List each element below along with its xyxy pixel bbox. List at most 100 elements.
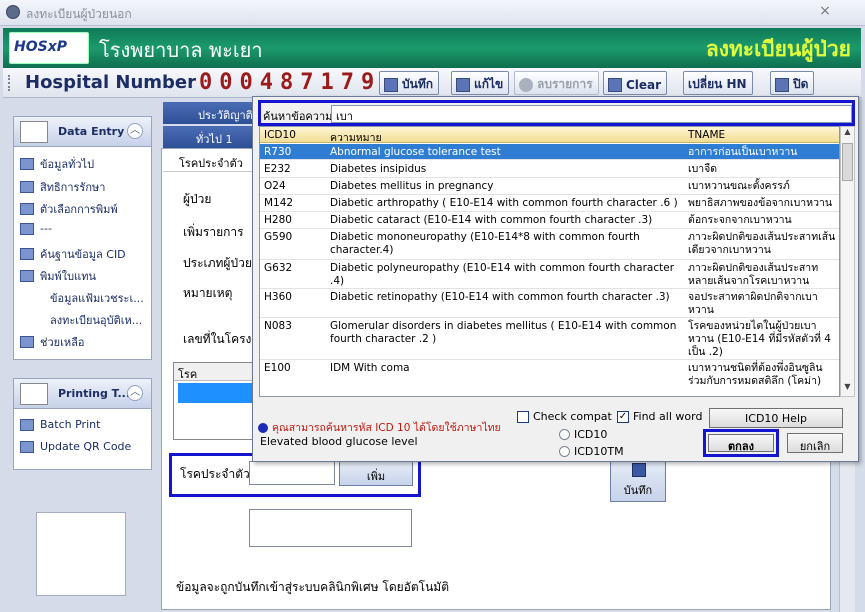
table-row[interactable]: H360 Diabetic retinopathy (E10-E14 with c… xyxy=(260,289,839,318)
info-dot-icon xyxy=(258,422,268,433)
sidebar-item-medical-file[interactable]: ข้อมูลแฟ้มเวชระเ... xyxy=(50,289,144,307)
cell-meaning: Diabetic cataract (E10-E14 with common f… xyxy=(330,214,653,226)
toolbar-grip[interactable] xyxy=(8,75,11,91)
tab-history[interactable]: ประวัติญาติ xyxy=(163,102,255,124)
save-button[interactable]: บันทึก xyxy=(379,71,439,95)
sidebar-item-print-options[interactable]: ตัวเลือกการพิมพ์ xyxy=(20,200,118,218)
change-hn-label: เปลี่ยน HN xyxy=(688,77,747,91)
change-hn-button[interactable]: เปลี่ยน HN xyxy=(683,71,753,95)
help-icon xyxy=(20,336,34,348)
icd10tm-radio[interactable]: ICD10TM xyxy=(559,445,624,458)
sidebar-item-update-qr[interactable]: Update QR Code xyxy=(20,440,131,453)
table-row[interactable]: O24 Diabetes mellitus in pregnancy เบาหวาน… xyxy=(260,178,839,195)
chevron-up-icon[interactable]: ︿ xyxy=(127,123,143,139)
cell-tname: ต้อกระจกจากเบาหวาน xyxy=(688,214,792,226)
chevron-up-icon[interactable]: ︿ xyxy=(127,385,143,401)
table-row[interactable]: R730 Abnormal glucose tolerance test อาการ… xyxy=(260,144,839,160)
cell-code: G632 xyxy=(264,262,293,274)
checkbox-box[interactable]: ✓ xyxy=(617,410,629,423)
cell-tname: ภาวะผิดปกติของเส้นประสาทเส้นเดียวจากเบาห… xyxy=(688,231,836,256)
window-close-button[interactable]: × xyxy=(815,3,835,21)
table-row[interactable]: G632 Diabetic polyneuropathy (E10-E14 wit… xyxy=(260,260,839,289)
tab-label: โรคประจำตัว xyxy=(179,157,243,170)
radio-circle[interactable] xyxy=(559,429,570,440)
sidebar-item-label: ข้อมูลทั่วไป xyxy=(40,158,95,171)
checkbox-box[interactable] xyxy=(517,410,529,423)
sidebar-item-label: สิทธิการรักษา xyxy=(40,181,106,194)
cell-code: E232 xyxy=(264,163,291,175)
cell-code: G590 xyxy=(264,231,293,243)
sidebar-item-print-replacement[interactable]: พิมพ์ใบแทน xyxy=(20,267,96,285)
radio-circle[interactable] xyxy=(559,446,570,457)
exit-icon xyxy=(775,77,789,92)
icd10-radio-label: ICD10 xyxy=(574,428,608,441)
tab-general[interactable]: ทั่วไป 1 xyxy=(163,126,255,148)
scroll-up-icon[interactable]: ▲ xyxy=(841,127,854,141)
patient-label: ผู้ป่วย xyxy=(183,192,212,206)
sidebar-item-label: ค้นฐานข้อมูล CID xyxy=(40,248,126,261)
table-row[interactable]: H280 Diabetic cataract (E10-E14 with comm… xyxy=(260,212,839,229)
find-all-word-checkbox[interactable]: ✓ Find all word xyxy=(617,410,702,423)
edit-button[interactable]: แก้ไข xyxy=(451,71,510,95)
table-row[interactable]: G590 Diabetic mononeuropathy (E10-E14*8 w… xyxy=(260,229,839,260)
check-compat-checkbox[interactable]: Check compat xyxy=(517,410,612,423)
window-titlebar: ลงทะเบียนผู้ป่วยนอก × xyxy=(0,0,865,26)
sidebar-item-label: Update QR Code xyxy=(40,440,132,453)
col-icd10[interactable]: ICD10 xyxy=(264,129,296,141)
form-save-button[interactable]: บันทึก xyxy=(610,456,666,502)
sidebar-item-label: พิมพ์ใบแทน xyxy=(40,270,96,283)
table-row[interactable]: N083 Glomerular disorders in diabetes mel… xyxy=(260,318,839,360)
table-row[interactable]: M142 Diabetic arthropathy ( E10-E14 with … xyxy=(260,195,839,212)
icd10-help-button[interactable]: ICD10 Help xyxy=(709,408,843,428)
congenital-input[interactable] xyxy=(249,461,335,485)
clear-button[interactable]: Clear xyxy=(603,71,668,95)
sidebar-item-general[interactable]: ข้อมูลทั่วไป xyxy=(20,155,94,173)
project-no-label: เลขที่ในโครงก xyxy=(183,332,259,346)
sidebar-item-batch-print[interactable]: Batch Print xyxy=(20,418,100,431)
icd10-radio[interactable]: ICD10 xyxy=(559,428,607,441)
cell-meaning: IDM With coma xyxy=(330,362,410,374)
form-save-label: บันทึก xyxy=(623,484,653,497)
scroll-down-icon[interactable]: ▼ xyxy=(841,382,854,396)
table-row[interactable]: E100 IDM With coma เบาหวานชนิดที่ต้องพึ่งอ… xyxy=(260,360,839,396)
hospital-name: โรงพยาบาล พะเยา xyxy=(99,38,263,62)
printer-icon xyxy=(20,383,48,405)
ok-button[interactable]: ตกลง xyxy=(708,434,774,453)
data-entry-header[interactable]: Data Entry ︿ xyxy=(14,117,151,147)
col-tname[interactable]: TNAME xyxy=(688,129,725,141)
cancel-button[interactable]: ยกเลิก xyxy=(787,433,843,453)
sidebar-item-rights[interactable]: สิทธิการรักษา xyxy=(20,178,105,196)
cell-tname: พยาธิสภาพของข้อจากเบาหวาน xyxy=(688,197,833,209)
search-input[interactable]: เบา xyxy=(331,105,852,123)
sidebar-item-help[interactable]: ช่วยเหลือ xyxy=(20,333,84,351)
data-entry-title: Data Entry xyxy=(58,125,125,138)
sidebar-item-label: Batch Print xyxy=(40,418,101,431)
congenital-grid[interactable]: โรค xyxy=(173,362,253,440)
detail-input[interactable] xyxy=(249,509,412,547)
cell-meaning: Diabetes insipidus xyxy=(330,163,427,175)
hn-value: 000487179 xyxy=(199,70,382,95)
hn-label: Hospital Number xyxy=(25,72,196,93)
printing-header[interactable]: Printing T... ︿ xyxy=(14,379,151,409)
cell-meaning: Diabetes mellitus in pregnancy xyxy=(330,180,494,192)
delete-button[interactable]: ลบรายการ xyxy=(514,71,599,95)
cell-tname: โรคของหน่วยไตในผู้ป่วยเบาหวาน (E10-E14 ท… xyxy=(688,320,831,358)
sidebar-item-cid-search[interactable]: ค้นฐานข้อมูล CID xyxy=(20,245,126,263)
table-scrollbar[interactable]: ▲ ▼ xyxy=(840,126,855,397)
cell-meaning: Glomerular disorders in diabetes mellitu… xyxy=(330,320,677,345)
table-row[interactable]: E232 Diabetes insipidus เบาจืด xyxy=(260,161,839,178)
close-button[interactable]: ปิด xyxy=(770,71,815,95)
selected-description: Elevated blood glucose level xyxy=(260,435,418,448)
scroll-thumb[interactable] xyxy=(842,143,853,181)
logo-text: HOSxP xyxy=(14,39,67,55)
cell-meaning: Diabetic arthropathy ( E10-E14 with comm… xyxy=(330,197,678,209)
add-congenital-button[interactable]: เพิ่ม xyxy=(339,460,413,486)
cell-code: N083 xyxy=(264,320,292,332)
icd10-table[interactable]: ICD10 ความหมาย TNAME R730 Abnormal glucos… xyxy=(259,126,840,397)
edit-label: แก้ไข xyxy=(474,77,504,91)
delete-label: ลบรายการ xyxy=(537,77,593,91)
sidebar-item-accident[interactable]: ลงทะเบียนอุบัติเห... xyxy=(50,311,142,329)
grid-selected-row[interactable] xyxy=(178,383,252,403)
sidebar-item-separator[interactable]: --- xyxy=(20,222,52,235)
tab-congenital[interactable]: โรคประจำตัว xyxy=(163,150,255,172)
